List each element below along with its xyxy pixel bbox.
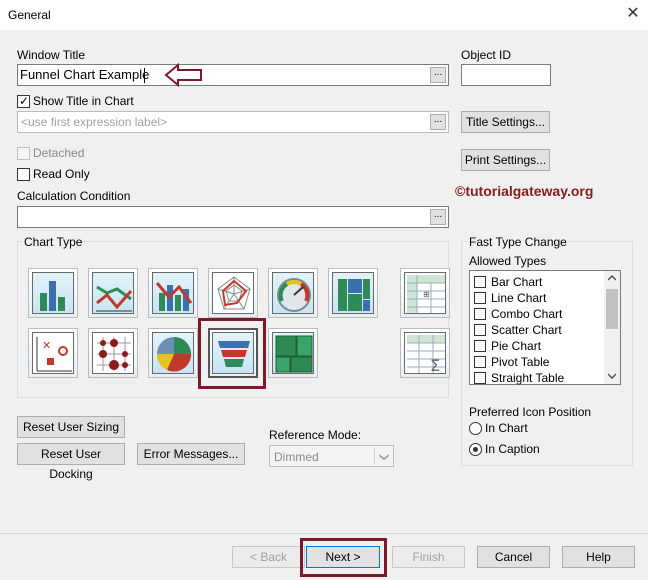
list-item[interactable]: Scatter Chart <box>474 322 604 338</box>
close-icon[interactable]: ✕ <box>622 3 644 25</box>
line-chart-icon[interactable] <box>88 268 138 318</box>
pivot-table-icon[interactable]: ⊞ <box>400 268 450 318</box>
list-checkbox[interactable] <box>474 292 486 304</box>
window-title-browse-button[interactable]: ... <box>430 67 446 83</box>
scroll-up-icon[interactable] <box>608 275 616 281</box>
footer-divider <box>0 533 648 534</box>
in-chart-radio[interactable] <box>469 422 482 435</box>
error-messages-button[interactable]: Error Messages... <box>137 443 245 465</box>
title-expression-input[interactable]: <use first expression label> ... <box>17 111 449 133</box>
reference-mode-value: Dimmed <box>274 450 319 464</box>
radar-chart-icon[interactable] <box>208 268 258 318</box>
watermark-text: ©tutorialgateway.org <box>455 183 594 199</box>
window-title-value: Funnel Chart Example <box>20 67 150 82</box>
calc-condition-input[interactable]: ... <box>17 206 449 228</box>
title-settings-button[interactable]: Title Settings... <box>461 111 550 133</box>
read-only-label: Read Only <box>33 167 90 181</box>
svg-text:Σ: Σ <box>430 356 440 375</box>
scroll-thumb[interactable] <box>606 289 618 329</box>
list-item-label: Line Chart <box>491 291 547 305</box>
chart-type-label: Chart Type <box>22 235 85 249</box>
fast-type-change-label: Fast Type Change <box>467 235 569 249</box>
title-expression-placeholder: <use first expression label> <box>21 115 168 129</box>
list-checkbox[interactable] <box>474 340 486 352</box>
object-id-label: Object ID <box>461 48 512 62</box>
list-item[interactable]: Pie Chart <box>474 338 604 354</box>
reference-mode-select[interactable]: Dimmed <box>269 445 394 467</box>
dialog-title: General <box>8 8 51 22</box>
allowed-types-items: Bar Chart Line Chart Combo Chart Scatter… <box>470 271 604 386</box>
reset-user-sizing-button[interactable]: Reset User Sizing <box>17 416 125 438</box>
funnel-selection-highlight <box>198 318 266 389</box>
list-checkbox[interactable] <box>474 324 486 336</box>
detached-label: Detached <box>33 146 85 160</box>
detached-checkbox[interactable] <box>17 147 30 160</box>
list-item[interactable]: Line Chart <box>474 290 604 306</box>
scatter-chart-icon[interactable]: ✕ <box>28 328 78 378</box>
finish-button[interactable]: Finish <box>392 546 465 568</box>
grid-chart-icon[interactable] <box>88 328 138 378</box>
list-scrollbar[interactable] <box>604 271 620 384</box>
combo-chart-icon[interactable] <box>148 268 198 318</box>
block-chart-icon[interactable] <box>268 328 318 378</box>
in-caption-radio[interactable] <box>469 443 482 456</box>
list-item-label: Pie Chart <box>491 339 542 353</box>
print-settings-button[interactable]: Print Settings... <box>461 149 550 171</box>
in-caption-label: In Caption <box>485 442 540 456</box>
bar-chart-icon[interactable] <box>28 268 78 318</box>
list-checkbox[interactable] <box>474 308 486 320</box>
calc-condition-label: Calculation Condition <box>17 189 131 203</box>
read-only-checkbox[interactable] <box>17 168 30 181</box>
svg-text:⊞: ⊞ <box>423 290 430 299</box>
arrow-left-icon <box>164 63 202 87</box>
cancel-button[interactable]: Cancel <box>477 546 550 568</box>
reset-user-docking-button[interactable]: Reset User Docking <box>17 443 125 481</box>
text-caret <box>144 68 145 83</box>
chevron-down-icon <box>379 454 389 460</box>
mekko-chart-icon[interactable] <box>328 268 378 318</box>
list-checkbox[interactable] <box>474 276 486 288</box>
back-button[interactable]: < Back <box>232 546 305 568</box>
list-checkbox[interactable] <box>474 372 486 384</box>
list-item-label: Scatter Chart <box>491 323 562 337</box>
window-title-input[interactable]: Funnel Chart Example ... <box>17 64 449 86</box>
scroll-down-icon[interactable] <box>608 373 616 379</box>
show-title-checkbox[interactable] <box>17 94 30 108</box>
list-item[interactable]: Combo Chart <box>474 306 604 322</box>
list-item-label: Pivot Table <box>491 355 550 369</box>
help-button[interactable]: Help <box>562 546 635 568</box>
calc-condition-browse-button[interactable]: ... <box>430 209 446 225</box>
window-title-label: Window Title <box>17 48 86 62</box>
list-item-label: Straight Table <box>491 371 565 385</box>
title-expression-browse-button[interactable]: ... <box>430 114 446 130</box>
allowed-types-label: Allowed Types <box>469 254 547 268</box>
list-item[interactable]: Bar Chart <box>474 274 604 290</box>
list-item[interactable]: Pivot Table <box>474 354 604 370</box>
title-bar <box>0 0 648 30</box>
list-checkbox[interactable] <box>474 356 486 368</box>
object-id-input[interactable] <box>461 64 551 86</box>
select-divider <box>374 448 375 464</box>
allowed-types-list[interactable]: Bar Chart Line Chart Combo Chart Scatter… <box>469 270 621 385</box>
gauge-chart-icon[interactable] <box>268 268 318 318</box>
reference-mode-label: Reference Mode: <box>269 428 362 442</box>
list-item-label: Combo Chart <box>491 307 563 321</box>
preferred-icon-position-label: Preferred Icon Position <box>469 405 592 419</box>
show-title-label: Show Title in Chart <box>33 94 134 108</box>
list-item-label: Bar Chart <box>491 275 543 289</box>
pie-chart-icon[interactable] <box>148 328 198 378</box>
straight-table-icon[interactable]: Σ <box>400 328 450 378</box>
in-chart-label: In Chart <box>485 421 528 435</box>
svg-text:✕: ✕ <box>42 339 51 352</box>
next-selection-highlight <box>300 538 387 577</box>
list-item[interactable]: Straight Table <box>474 370 604 386</box>
